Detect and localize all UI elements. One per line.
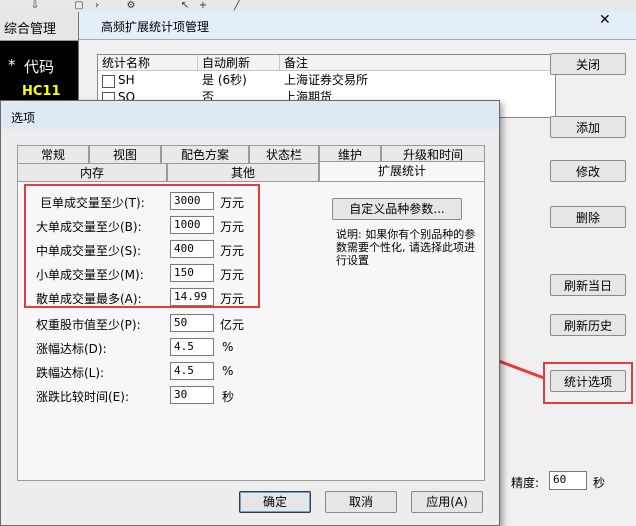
stat-options-highlight	[543, 362, 633, 404]
ok-button[interactable]: 确定	[239, 491, 311, 513]
col-header-note[interactable]: 备注	[280, 55, 555, 71]
weight-stock-input[interactable]: 50	[170, 314, 214, 332]
arrow-down-icon[interactable]: ⇩	[28, 0, 42, 11]
code-column-header[interactable]: 代码	[24, 56, 54, 77]
tab-general-management[interactable]: 综合管理	[0, 12, 80, 41]
row-name: SH	[118, 73, 135, 87]
quote-code[interactable]: HC11	[22, 84, 61, 99]
cancel-button[interactable]: 取消	[325, 491, 397, 513]
tab-color-scheme[interactable]: 配色方案	[161, 145, 249, 163]
precision-unit: 秒	[593, 476, 606, 490]
options-titlebar: 选项	[1, 101, 499, 129]
options-dialog: 选项 常规 视图 配色方案 状态栏 维护 升级和时间 内存 其他 扩展统计 巨单…	[0, 100, 500, 526]
field-unit: %	[222, 364, 234, 378]
tab-view[interactable]: 视图	[89, 145, 161, 163]
compare-time-input[interactable]: 30	[170, 386, 214, 404]
row-refresh: 是 (6秒)	[202, 73, 247, 87]
custom-params-button[interactable]: 自定义品种参数...	[332, 198, 462, 220]
line-icon[interactable]: ╱	[230, 0, 244, 11]
delete-button[interactable]: 删除	[550, 206, 626, 228]
field-label: 权重股市值至少(P):	[36, 318, 141, 332]
field-label: 跌幅达标(L):	[36, 366, 105, 380]
gear-icon[interactable]: ⚙	[124, 0, 138, 11]
col-header-refresh[interactable]: 自动刷新	[198, 55, 280, 71]
tab-memory[interactable]: 内存	[17, 163, 167, 181]
row-checkbox[interactable]	[102, 75, 115, 88]
close-icon[interactable]: ✕	[599, 12, 611, 28]
tab-extended-stats[interactable]: 扩展统计	[319, 161, 485, 181]
field-unit: 秒	[222, 390, 235, 404]
modify-button[interactable]: 修改	[550, 160, 626, 182]
col-header-name[interactable]: 统计名称	[98, 55, 198, 71]
list-item[interactable]: SH 是 (6秒) 上海证券交易所	[98, 72, 555, 89]
tab-status-bar[interactable]: 状态栏	[249, 145, 319, 163]
extended-stats-panel: 巨单成交量至少(T): 3000 万元 大单成交量至少(B): 1000 万元 …	[17, 181, 485, 481]
cross-icon[interactable]: +	[196, 0, 210, 11]
field-unit: 亿元	[220, 318, 245, 332]
note-text: 说明: 如果你有个别品种的参数需要个性化, 请选择此项进行设置	[336, 228, 476, 267]
options-title: 选项	[11, 111, 36, 125]
stat-manager-title: 高频扩展统计项管理	[101, 20, 210, 34]
quote-header: * 代码	[0, 56, 80, 78]
tab-label: 综合管理	[4, 22, 57, 37]
star-label: *	[8, 56, 16, 74]
stat-manager-titlebar: 高频扩展统计项管理 ✕	[79, 12, 636, 40]
order-size-highlight	[24, 184, 260, 308]
chevron-icon[interactable]: ›	[90, 0, 104, 11]
field-label: 涨幅达标(D):	[36, 342, 107, 356]
tab-general[interactable]: 常规	[17, 145, 89, 163]
field-unit: %	[222, 340, 234, 354]
field-label: 涨跌比较时间(E):	[36, 390, 129, 404]
rise-threshold-input[interactable]: 4.5	[170, 338, 214, 356]
cursor-icon[interactable]: ↖	[178, 0, 192, 11]
window-icon[interactable]: ▢	[72, 0, 86, 11]
add-button[interactable]: 添加	[550, 116, 626, 138]
row-note: 上海证券交易所	[284, 73, 369, 87]
close-button[interactable]: 关闭	[550, 53, 626, 75]
precision-label: 精度:	[511, 476, 540, 490]
tab-other[interactable]: 其他	[167, 163, 319, 181]
apply-button[interactable]: 应用(A)	[411, 491, 483, 513]
fall-threshold-input[interactable]: 4.5	[170, 362, 214, 380]
refresh-history-button[interactable]: 刷新历史	[550, 314, 626, 336]
refresh-today-button[interactable]: 刷新当日	[550, 274, 626, 296]
precision-input[interactable]: 60	[549, 471, 587, 490]
